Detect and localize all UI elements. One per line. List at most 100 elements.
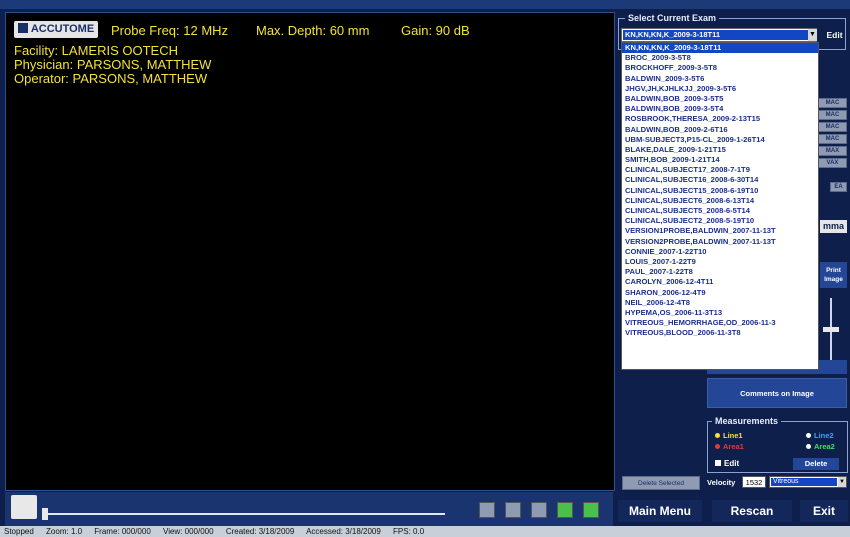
velocity-label: Velocity (707, 478, 736, 487)
stop-button[interactable] (505, 502, 521, 518)
medium-selected-value: Vitreous (771, 478, 837, 486)
exam-selected-value: KN,KN,KN,K_2009-3-18T11 (623, 30, 809, 40)
exam-option[interactable]: PAUL_2007-1-22T8 (622, 267, 818, 277)
exam-option[interactable]: CLINICAL,SUBJECT2_2008-5-19T10 (622, 216, 818, 226)
facility-label: Facility: LAMERIS OOTECH (14, 43, 178, 58)
line2-label: Line2 (814, 431, 834, 440)
chevron-down-icon[interactable]: ▼ (838, 477, 846, 487)
exam-option[interactable]: CONNIE_2007-1-22T10 (622, 247, 818, 257)
gamma-tab[interactable]: mma (820, 220, 847, 233)
medium-select[interactable]: Vitreous ▼ (769, 476, 847, 488)
accutome-logo-icon (17, 23, 28, 33)
exam-option[interactable]: HYPEMA,OS_2006-11-3T13 (622, 308, 818, 318)
exam-option[interactable]: SHARON_2006-12-4T9 (622, 288, 818, 298)
line1-label: Line1 (723, 431, 743, 440)
status-state: Stopped (4, 527, 34, 536)
exam-option[interactable]: KN,KN,KN,K_2009-3-18T11 (622, 43, 818, 54)
side-button-6[interactable]: VAX (818, 158, 847, 168)
exam-option[interactable]: CAROLYN_2006-12-4T11 (622, 277, 818, 287)
first-frame-button[interactable] (479, 502, 495, 518)
exam-option[interactable]: BROC_2009-3-5T8 (622, 53, 818, 63)
exam-option[interactable]: VITREOUS,BLOOD_2006-11-3T8 (622, 328, 818, 338)
gain-slider-handle[interactable] (823, 327, 839, 332)
exam-option[interactable]: VERSION1PROBE,BALDWIN_2007-11-13T (622, 226, 818, 236)
status-zoom: Zoom: 1.0 (46, 527, 83, 536)
rescan-button[interactable]: Rescan (712, 500, 792, 522)
print-image-button[interactable]: Print Image (820, 262, 847, 288)
accutome-small-logo-icon (11, 495, 37, 519)
chevron-down-icon[interactable]: ▼ (808, 29, 817, 41)
area2-radio-icon (806, 444, 811, 449)
pause-button[interactable] (531, 502, 547, 518)
status-created: Created: 3/18/2009 (225, 527, 295, 536)
delete-measurement-button[interactable]: Delete (793, 458, 839, 470)
gain: Gain: 90 dB (401, 23, 470, 38)
exam-option[interactable]: BALDWIN,BOB_2009-3-5T4 (622, 104, 818, 114)
line2-option[interactable]: Line2 (806, 431, 834, 440)
exam-option[interactable]: BLAKE,DALE_2009-1-21T15 (622, 145, 818, 155)
accutome-logo: ACCUTOME (14, 21, 98, 38)
exam-option[interactable]: BALDWIN,BOB_2009-3-5T5 (622, 94, 818, 104)
exit-button[interactable]: Exit (800, 500, 848, 522)
image-label: Image (824, 276, 843, 283)
exam-option[interactable]: CLINICAL,SUBJECT15_2008-6-19T10 (622, 186, 818, 196)
exam-option[interactable]: BROCKHOFF_2009-3-5T8 (622, 63, 818, 73)
exam-option[interactable]: LOUIS_2007-1-22T9 (622, 257, 818, 267)
exam-option[interactable]: VITREOUS_HEMORRHAGE,OD_2006-11-3 (622, 318, 818, 328)
exam-option[interactable]: ROSBROOK,THERESA_2009-2-13T15 (622, 114, 818, 124)
exam-option[interactable]: BALDWIN_2009-3-5T6 (622, 74, 818, 84)
side-button-3[interactable]: MAC (818, 122, 847, 132)
exam-option[interactable]: UBM-SUBJECT3,P15-CL_2009-1-26T14 (622, 135, 818, 145)
measurements-legend: Measurements (712, 416, 782, 426)
side-button-1[interactable]: MAC (818, 98, 847, 108)
logo-text: ACCUTOME (30, 23, 95, 35)
line1-radio-icon (715, 433, 720, 438)
edit-exam-button[interactable]: Edit (821, 28, 848, 42)
step-back-button[interactable] (557, 502, 573, 518)
velocity-input[interactable]: 1532 (742, 476, 766, 488)
play-button[interactable] (583, 502, 599, 518)
frame-scrubber-track[interactable] (45, 513, 445, 515)
status-frame: Frame: 000/000 (94, 527, 151, 536)
main-menu-button[interactable]: Main Menu (618, 500, 702, 522)
playback-bar (5, 492, 613, 526)
exam-option[interactable]: CLINICAL,SUBJECT5_2008-6-5T14 (622, 206, 818, 216)
physician-label: Physician: PARSONS, MATTHEW (14, 57, 212, 72)
side-button-2[interactable]: MAC (818, 110, 847, 120)
area1-label: Area1 (723, 442, 744, 451)
ea-button[interactable]: EA (830, 182, 847, 192)
area1-radio-icon (715, 444, 720, 449)
title-strip (0, 0, 850, 9)
exam-option[interactable]: BALDWIN,BOB_2009-2-6T16 (622, 125, 818, 135)
edit-checkbox[interactable]: Edit (715, 459, 739, 468)
exam-option[interactable]: NEIL_2006-12-4T8 (622, 298, 818, 308)
exam-option[interactable]: CLINICAL,SUBJECT16_2008-6-30T14 (622, 175, 818, 185)
frame-scrubber-handle[interactable] (42, 508, 48, 520)
exam-option[interactable]: SMITH,BOB_2009-1-21T14 (622, 155, 818, 165)
checkbox-icon (715, 460, 721, 466)
line2-radio-icon (806, 433, 811, 438)
exam-dropdown-list[interactable]: KN,KN,KN,K_2009-3-18T11 BROC_2009-3-5T8 BR… (621, 42, 819, 370)
comments-on-image-button[interactable]: Comments on Image (707, 378, 847, 408)
select-exam-legend: Select Current Exam (625, 13, 720, 23)
probe-frequency: Probe Freq: 12 MHz (111, 23, 229, 38)
line1-option[interactable]: Line1 (715, 431, 743, 440)
exam-option[interactable]: CLINICAL,SUBJECT17_2008-7-1T9 (622, 165, 818, 175)
status-view: View: 000/000 (163, 527, 214, 536)
exam-select[interactable]: KN,KN,KN,K_2009-3-18T11 ▼ (621, 28, 817, 42)
print-label: Print (826, 267, 841, 274)
side-button-5[interactable]: MAX (818, 146, 847, 156)
edit-checkbox-label: Edit (724, 459, 740, 468)
area1-option[interactable]: Area1 (715, 442, 744, 451)
exam-option[interactable]: VERSION2PROBE,BALDWIN_2007-11-13T (622, 237, 818, 247)
area2-label: Area2 (814, 442, 835, 451)
exam-option[interactable]: JHGV,JH,KJHLKJJ_2009-3-5T6 (622, 84, 818, 94)
max-depth: Max. Depth: 60 mm (256, 23, 370, 38)
area2-option[interactable]: Area2 (806, 442, 835, 451)
delete-selected-button[interactable]: Delete Selected (622, 476, 700, 490)
status-accessed: Accessed: 3/18/2009 (306, 527, 381, 536)
side-button-4[interactable]: MAC (818, 134, 847, 144)
image-viewer[interactable]: ACCUTOME Probe Freq: 12 MHz Max. Depth: … (5, 12, 615, 491)
exam-option[interactable]: CLINICAL,SUBJECT6_2008-6-13T14 (622, 196, 818, 206)
gain-slider-track[interactable] (830, 298, 832, 368)
